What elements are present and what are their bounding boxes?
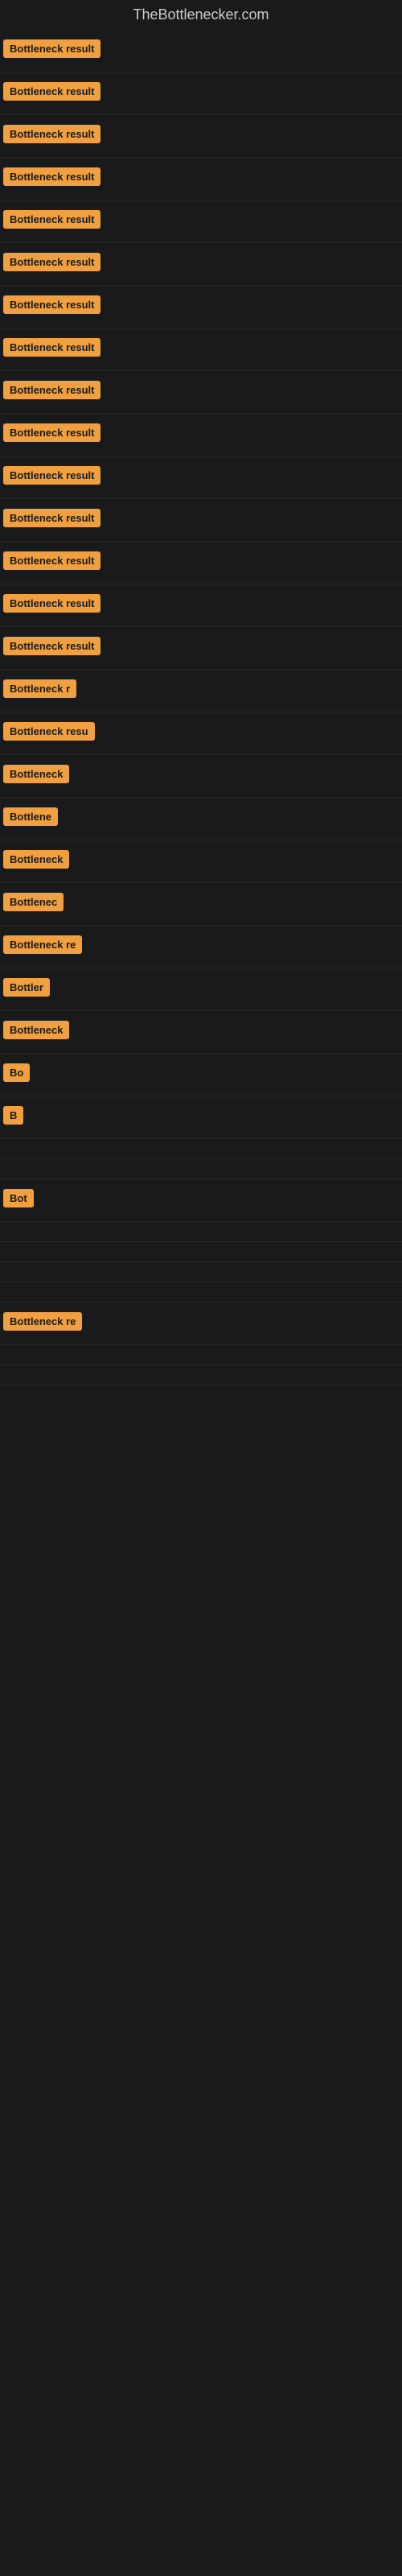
list-item[interactable]: Bottleneck result [0, 200, 402, 243]
list-item[interactable]: Bottleneck r [0, 670, 402, 712]
list-item[interactable]: Bottleneck result [0, 115, 402, 158]
list-item[interactable]: B [0, 1096, 402, 1139]
list-item[interactable]: Bottleneck result [0, 158, 402, 200]
list-item[interactable]: Bottleneck result [0, 499, 402, 542]
list-item[interactable]: Bottlene [0, 798, 402, 840]
site-header: TheBottlenecker.com [0, 0, 402, 30]
list-item[interactable] [0, 1345, 402, 1365]
bottleneck-result-badge: Bottler [3, 978, 50, 997]
bottleneck-result-badge: Bottleneck result [3, 509, 100, 527]
site-title: TheBottlenecker.com [0, 0, 402, 30]
list-item[interactable]: Bottleneck result [0, 542, 402, 584]
bottleneck-result-badge: Bottleneck result [3, 637, 100, 655]
list-item[interactable]: Bottleneck result [0, 328, 402, 371]
bottleneck-result-badge: B [3, 1106, 23, 1125]
bottleneck-result-badge: Bottleneck result [3, 466, 100, 485]
list-item[interactable] [0, 1159, 402, 1179]
bottleneck-result-badge: Bottleneck result [3, 253, 100, 271]
list-item[interactable]: Bottleneck result [0, 627, 402, 670]
bottleneck-result-badge: Bottleneck r [3, 679, 76, 698]
list-item[interactable]: Bottler [0, 968, 402, 1011]
bottleneck-result-badge: Bottleneck re [3, 1312, 82, 1331]
list-item[interactable]: Bottleneck result [0, 243, 402, 286]
bottleneck-result-badge: Bottleneck result [3, 594, 100, 613]
list-item[interactable]: Bottleneck result [0, 414, 402, 456]
bottleneck-result-badge: Bottlene [3, 807, 58, 826]
bottleneck-result-badge: Bo [3, 1063, 30, 1082]
list-item[interactable]: Bottleneck result [0, 456, 402, 499]
bottleneck-result-badge: Bottleneck result [3, 167, 100, 186]
bottleneck-result-badge: Bottleneck result [3, 338, 100, 357]
bottleneck-result-badge: Bottleneck result [3, 295, 100, 314]
list-item[interactable] [0, 1365, 402, 1385]
list-item[interactable]: Bot [0, 1179, 402, 1222]
list-item[interactable]: Bo [0, 1054, 402, 1096]
list-item[interactable]: Bottleneck [0, 1011, 402, 1054]
list-item[interactable]: Bottleneck re [0, 1302, 402, 1345]
list-item[interactable]: Bottleneck result [0, 72, 402, 115]
rows-container: Bottleneck result Bottleneck result Bottle… [0, 30, 402, 1385]
bottleneck-result-badge: Bottleneck resu [3, 722, 95, 741]
list-item[interactable]: Bottleneck result [0, 286, 402, 328]
bottleneck-result-badge: Bottleneck [3, 765, 69, 783]
bottleneck-result-badge: Bottleneck [3, 1021, 69, 1039]
bottleneck-result-badge: Bottleneck result [3, 39, 100, 58]
bottleneck-result-badge: Bottleneck result [3, 82, 100, 101]
bottleneck-result-badge: Bottleneck result [3, 125, 100, 143]
bottleneck-result-badge: Bot [3, 1189, 34, 1208]
list-item[interactable] [0, 1222, 402, 1242]
list-item[interactable] [0, 1139, 402, 1159]
bottleneck-result-badge: Bottleneck [3, 850, 69, 869]
bottleneck-result-badge: Bottleneck re [3, 935, 82, 954]
bottleneck-result-badge: Bottleneck result [3, 551, 100, 570]
bottleneck-result-badge: Bottlenec [3, 893, 64, 911]
list-item[interactable]: Bottleneck result [0, 371, 402, 414]
list-item[interactable]: Bottleneck resu [0, 712, 402, 755]
list-item[interactable]: Bottleneck result [0, 584, 402, 627]
list-item[interactable]: Bottleneck [0, 755, 402, 798]
list-item[interactable]: Bottleneck re [0, 926, 402, 968]
list-item[interactable] [0, 1282, 402, 1302]
list-item[interactable] [0, 1262, 402, 1282]
list-item[interactable]: Bottleneck result [0, 30, 402, 72]
list-item[interactable] [0, 1242, 402, 1262]
bottleneck-result-badge: Bottleneck result [3, 210, 100, 229]
bottleneck-result-badge: Bottleneck result [3, 381, 100, 399]
list-item[interactable]: Bottleneck [0, 840, 402, 883]
bottleneck-result-badge: Bottleneck result [3, 423, 100, 442]
list-item[interactable]: Bottlenec [0, 883, 402, 926]
